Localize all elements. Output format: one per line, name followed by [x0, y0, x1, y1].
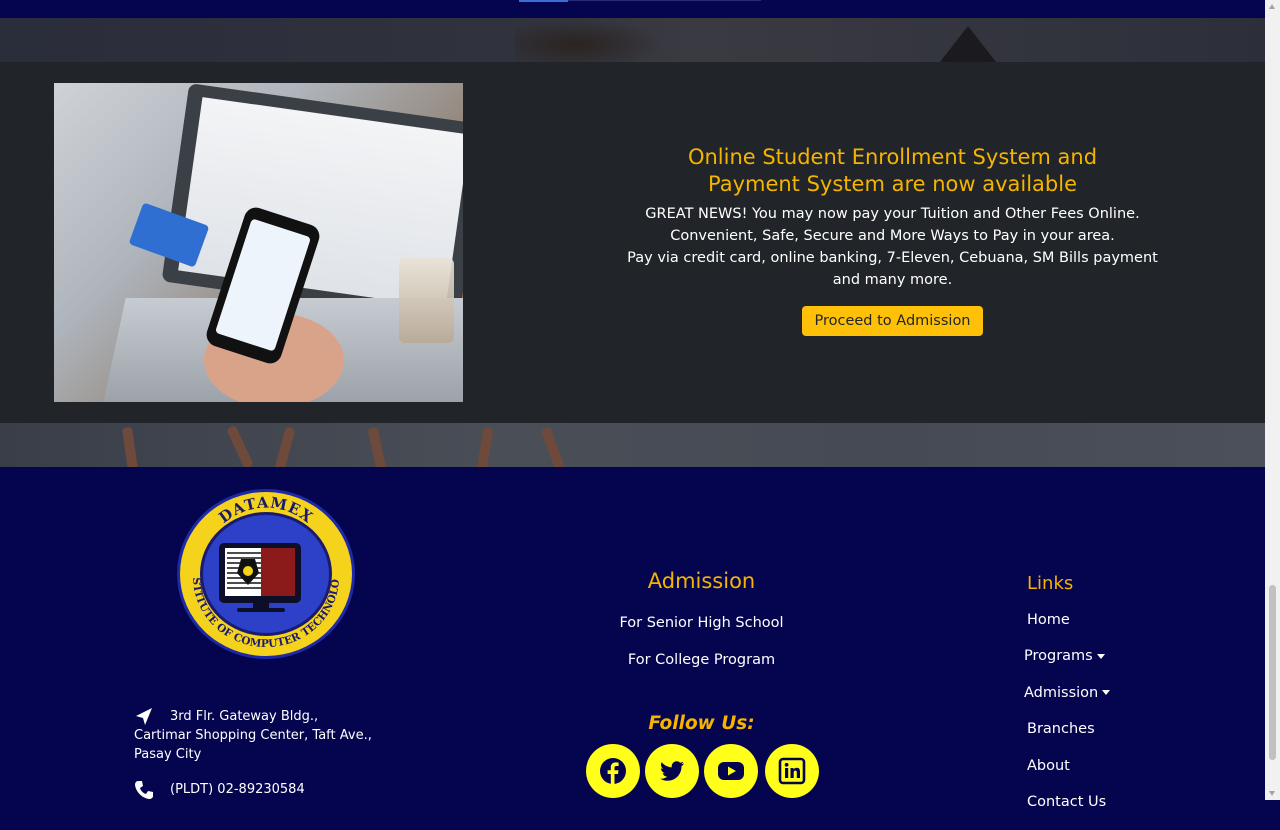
promo-image [54, 83, 463, 402]
link-programs-dropdown[interactable]: Programs [1020, 648, 1130, 684]
admission-heading: Admission [647, 569, 756, 593]
promo-title-line1: Online Student Enrollment System and [687, 145, 1098, 169]
page-scrollbar[interactable] [1265, 0, 1280, 800]
scroll-up-arrow-icon[interactable] [1269, 4, 1275, 9]
raised-arm [476, 426, 494, 467]
link-senior-high-school[interactable]: For Senior High School [600, 605, 803, 642]
phone-number-row: (PLDT) 02-89230584 [134, 780, 372, 799]
caret-down-icon [1102, 690, 1111, 696]
raised-arm [367, 426, 387, 467]
promo-section: Online Student Enrollment System and Pay… [0, 62, 1265, 423]
link-branches[interactable]: Branches [1020, 721, 1130, 757]
link-college-program[interactable]: For College Program [600, 642, 803, 679]
links-column: Links Home Programs Admission Branches A… [1020, 573, 1130, 830]
phone-icon [135, 781, 153, 799]
location-arrow-icon [136, 708, 152, 725]
link-programs-label: Programs [1024, 648, 1093, 665]
address-line1: 3rd Flr. Gateway Bldg., [170, 709, 319, 724]
raised-arm [540, 426, 566, 467]
top-nav-strip [0, 0, 1265, 18]
address-line3: Pasay City [134, 747, 202, 762]
hero-background-top [0, 18, 1265, 62]
phone-number: (PLDT) 02-89230584 [170, 782, 305, 797]
raised-arm [121, 426, 139, 467]
link-about[interactable]: About [1020, 758, 1130, 794]
twitter-button[interactable] [645, 744, 699, 798]
site-footer: DATAMEX INSTITUTE OF COMPUTER TECHNOLOGY… [0, 467, 1265, 810]
contact-info: 3rd Flr. Gateway Bldg., Cartimar Shoppin… [134, 707, 372, 799]
youtube-icon [718, 762, 744, 780]
promo-title-line2: Payment System are now available [707, 172, 1078, 196]
promo-body-line1: GREAT NEWS! You may now pay your Tuition… [645, 206, 1140, 222]
follow-us-heading: Follow Us: [648, 713, 755, 734]
promo-body-line3: Pay via credit card, online banking, 7-E… [627, 250, 1158, 266]
promo-body-line4: and many more. [832, 272, 953, 288]
links-heading: Links [1027, 573, 1074, 594]
cup-shape [399, 258, 454, 343]
linkedin-icon [778, 757, 806, 785]
promo-body-line2: Convenient, Safe, Secure and More Ways t… [670, 228, 1115, 244]
raised-arm [274, 426, 296, 467]
link-home[interactable]: Home [1020, 612, 1130, 648]
background-tree [515, 18, 665, 62]
facebook-button[interactable] [586, 744, 640, 798]
address-line2: Cartimar Shopping Center, Taft Ave., [134, 728, 372, 743]
scrollbar-thumb[interactable] [1269, 585, 1276, 760]
admission-column: Admission For Senior High School For Col… [600, 569, 803, 679]
promo-description: GREAT NEWS! You may now pay your Tuition… [620, 203, 1165, 291]
nav-underline [568, 0, 761, 1]
linkedin-button[interactable] [765, 744, 819, 798]
facebook-icon [600, 758, 626, 784]
caret-down-icon [1096, 653, 1105, 659]
scroll-down-arrow-icon[interactable] [1269, 791, 1275, 796]
promo-title: Online Student Enrollment System and Pay… [620, 144, 1165, 198]
raised-arm [226, 424, 254, 467]
link-admission-dropdown[interactable]: Admission [1020, 685, 1130, 721]
link-contact-us[interactable]: Contact Us [1020, 794, 1130, 830]
address: 3rd Flr. Gateway Bldg., Cartimar Shoppin… [134, 707, 372, 764]
twitter-icon [660, 761, 684, 781]
promo-text-block: Online Student Enrollment System and Pay… [620, 144, 1165, 336]
datamex-logo: DATAMEX INSTITUTE OF COMPUTER TECHNOLOGY [175, 487, 355, 659]
background-roof [940, 26, 996, 62]
proceed-to-admission-button[interactable]: Proceed to Admission [802, 306, 983, 336]
link-admission-label: Admission [1024, 684, 1099, 701]
hero-background-bottom [0, 423, 1265, 467]
youtube-button[interactable] [704, 744, 758, 798]
nav-active-indicator [519, 0, 568, 2]
